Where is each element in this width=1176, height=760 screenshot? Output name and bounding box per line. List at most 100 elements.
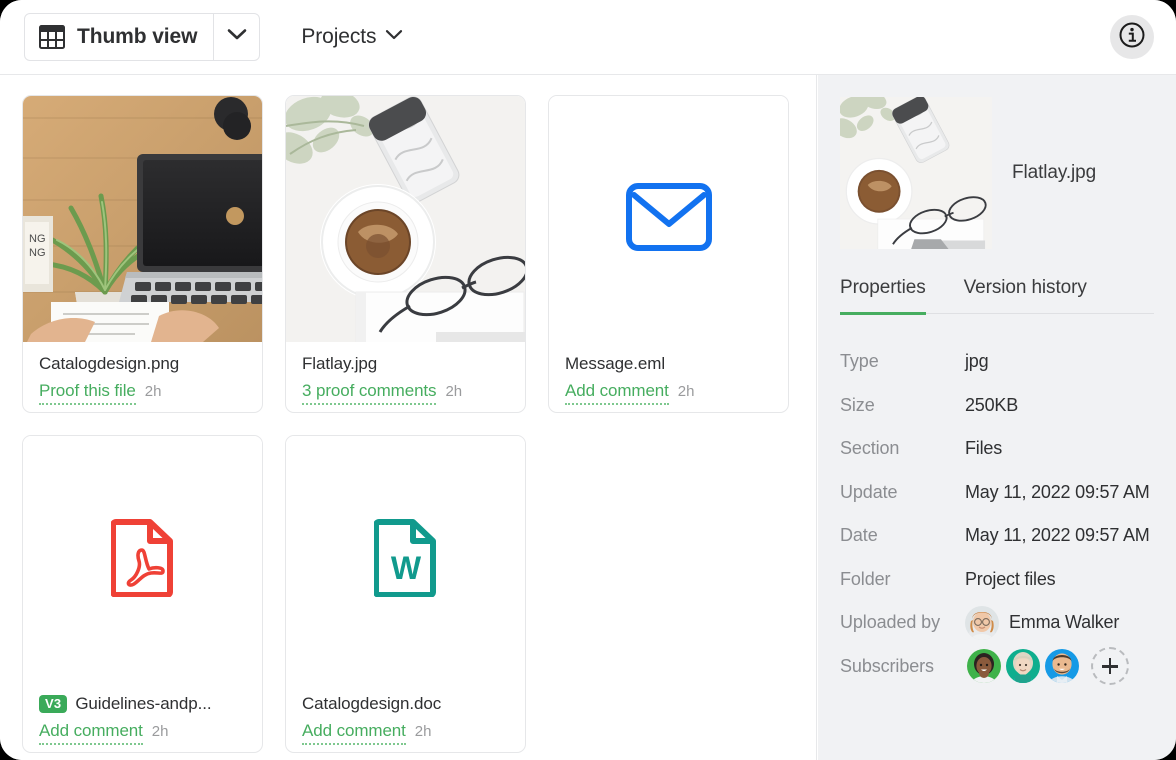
avatar[interactable] <box>965 647 1003 685</box>
photo-laptop-desk: NG NG <box>23 96 262 342</box>
file-thumbnail: NG NG <box>23 96 262 342</box>
file-thumbnail <box>286 96 525 342</box>
tab-version-history[interactable]: Version history <box>964 277 1087 315</box>
file-card-subrow: Add comment 2h <box>565 381 772 405</box>
add-subscriber-button[interactable] <box>1091 647 1129 685</box>
property-value: May 11, 2022 09:57 AM <box>965 482 1150 503</box>
property-label: Subscribers <box>840 656 965 677</box>
projects-dropdown[interactable]: Projects <box>301 25 403 49</box>
chevron-down-icon <box>227 28 247 46</box>
file-card[interactable]: V3 Guidelines-andp... Add comment 2h <box>22 435 263 753</box>
file-card-subrow: Add comment 2h <box>302 721 509 745</box>
file-name: Catalogdesign.png <box>39 354 179 374</box>
file-card-subrow: 3 proof comments 2h <box>302 381 509 405</box>
file-card-meta: V3 Guidelines-andp... Add comment 2h <box>23 682 262 745</box>
panel-header: Flatlay.jpg <box>818 97 1176 249</box>
property-label: Uploaded by <box>840 612 965 633</box>
word-file-icon: W <box>374 517 438 602</box>
file-card[interactable]: W Catalogdesign.doc Add comment 2h <box>285 435 526 753</box>
file-card-subrow: Proof this file 2h <box>39 381 246 405</box>
tab-properties[interactable]: Properties <box>840 277 926 315</box>
avatar[interactable] <box>1004 647 1042 685</box>
thumb-view-button-group: Thumb view <box>24 13 260 61</box>
file-timestamp: 2h <box>678 383 695 400</box>
info-circle-icon <box>1118 21 1146 54</box>
subscribers-avatars <box>965 647 1129 685</box>
toolbar: Thumb view Projects <box>0 0 1176 75</box>
property-row-size: Size 250KB <box>840 384 1176 428</box>
property-value: Project files <box>965 569 1055 590</box>
property-row-section: Section Files <box>840 427 1176 471</box>
photo-coffee-flatlay <box>840 97 992 249</box>
files-grid-area: NG NG Catalogdesign.png Proof this file … <box>0 75 817 760</box>
file-card[interactable]: Flatlay.jpg 3 proof comments 2h <box>285 95 526 413</box>
file-card[interactable]: Message.eml Add comment 2h <box>548 95 789 413</box>
property-row-folder: Folder Project files <box>840 558 1176 602</box>
thumb-view-label: Thumb view <box>77 25 197 49</box>
file-card[interactable]: NG NG Catalogdesign.png Proof this file … <box>22 95 263 413</box>
file-title-row: Catalogdesign.png <box>39 354 246 374</box>
file-action-link[interactable]: 3 proof comments <box>302 381 436 405</box>
file-timestamp: 2h <box>145 383 162 400</box>
file-name: Message.eml <box>565 354 665 374</box>
file-timestamp: 2h <box>152 723 169 740</box>
info-button[interactable] <box>1110 15 1154 59</box>
chevron-down-icon <box>385 28 403 46</box>
property-label: Section <box>840 438 965 459</box>
avatar[interactable] <box>1043 647 1081 685</box>
file-title-row: Message.eml <box>565 354 772 374</box>
thumb-view-button[interactable]: Thumb view <box>25 14 213 60</box>
file-thumbnail: W <box>286 436 525 682</box>
version-badge: V3 <box>39 695 67 713</box>
file-action-link[interactable]: Add comment <box>39 721 143 745</box>
property-value: May 11, 2022 09:57 AM <box>965 525 1150 546</box>
file-card-meta: Catalogdesign.doc Add comment 2h <box>286 682 525 745</box>
pdf-file-icon <box>111 517 175 602</box>
file-name: Flatlay.jpg <box>302 354 377 374</box>
file-name: Catalogdesign.doc <box>302 694 441 714</box>
file-title-row: V3 Guidelines-andp... <box>39 694 246 714</box>
property-row-subscribers: Subscribers <box>840 645 1176 689</box>
photo-coffee-flatlay <box>286 96 525 342</box>
uploader-name: Emma Walker <box>1009 612 1119 633</box>
svg-text:NG: NG <box>29 247 46 259</box>
property-row-uploaded-by: Uploaded by <box>840 601 1176 645</box>
properties-list: Type jpg Size 250KB Section Files Update… <box>818 340 1176 688</box>
property-value: Files <box>965 438 1002 459</box>
file-thumbnail <box>23 436 262 682</box>
property-label: Folder <box>840 569 965 590</box>
file-action-link[interactable]: Proof this file <box>39 381 136 405</box>
property-label: Date <box>840 525 965 546</box>
panel-tabs: Properties Version history <box>840 277 1154 314</box>
app-window: Thumb view Projects <box>0 0 1176 760</box>
panel-preview-thumbnail[interactable] <box>840 97 992 249</box>
file-card-meta: Flatlay.jpg 3 proof comments 2h <box>286 342 525 405</box>
file-thumbnail <box>549 96 788 342</box>
file-card-subrow: Add comment 2h <box>39 721 246 745</box>
property-value: 250KB <box>965 395 1018 416</box>
file-action-link[interactable]: Add comment <box>565 381 669 405</box>
property-row-update: Update May 11, 2022 09:57 AM <box>840 471 1176 515</box>
thumb-view-dropdown-toggle[interactable] <box>213 14 259 60</box>
file-card-meta: Message.eml Add comment 2h <box>549 342 788 405</box>
property-value: jpg <box>965 351 988 372</box>
file-title-row: Flatlay.jpg <box>302 354 509 374</box>
file-name: Guidelines-andp... <box>75 694 211 714</box>
projects-label: Projects <box>301 25 376 49</box>
details-panel: Flatlay.jpg Properties Version history T… <box>818 75 1176 760</box>
property-label: Size <box>840 395 965 416</box>
property-row-date: Date May 11, 2022 09:57 AM <box>840 514 1176 558</box>
svg-text:W: W <box>390 550 421 586</box>
files-grid: NG NG Catalogdesign.png Proof this file … <box>22 95 816 753</box>
file-card-meta: Catalogdesign.png Proof this file 2h <box>23 342 262 405</box>
file-timestamp: 2h <box>445 383 462 400</box>
grid-table-icon <box>39 25 65 49</box>
file-action-link[interactable]: Add comment <box>302 721 406 745</box>
panel-filename: Flatlay.jpg <box>1012 162 1096 184</box>
svg-text:NG: NG <box>29 233 46 245</box>
file-title-row: Catalogdesign.doc <box>302 694 509 714</box>
property-row-type: Type jpg <box>840 340 1176 384</box>
property-label: Update <box>840 482 965 503</box>
property-label: Type <box>840 351 965 372</box>
avatar <box>965 606 999 640</box>
